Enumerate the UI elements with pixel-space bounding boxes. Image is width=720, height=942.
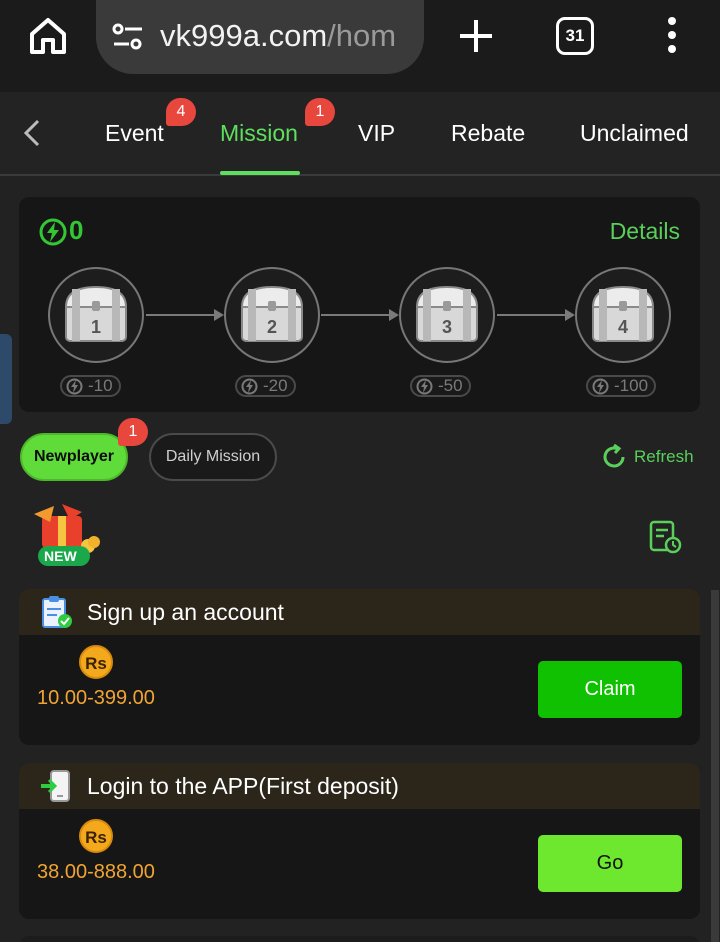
treasure-chest-4[interactable]: 4: [575, 267, 671, 363]
chest-number: 3: [441, 317, 452, 337]
refresh-label: Refresh: [634, 447, 694, 466]
newplayer-button[interactable]: Newplayer: [20, 433, 128, 481]
cost-value: -100: [614, 376, 649, 395]
cost-value: -20: [263, 376, 288, 395]
tab-rebate[interactable]: Rebate: [451, 118, 525, 148]
next-mission-card: [19, 936, 700, 942]
mission-history-icon[interactable]: [648, 520, 682, 554]
more-menu-icon[interactable]: [656, 14, 688, 58]
go-button[interactable]: Go: [538, 835, 682, 892]
treasure-chest-2[interactable]: 2: [224, 267, 320, 363]
progress-arrow: [497, 309, 575, 321]
reward-range: 38.00-888.00: [37, 861, 155, 883]
energy-bolt-icon: [66, 378, 83, 395]
newplayer-badge: 1: [118, 418, 148, 446]
back-arrow-icon[interactable]: [18, 118, 46, 148]
tab-vip[interactable]: VIP: [358, 118, 395, 148]
event-badge: 4: [166, 98, 196, 126]
site-settings-icon[interactable]: [112, 22, 144, 52]
active-tab-indicator: [220, 171, 300, 175]
home-icon[interactable]: [26, 14, 70, 58]
clipboard-icon: [39, 595, 73, 629]
reward-range: 10.00-399.00: [37, 687, 155, 709]
treasure-chest-1[interactable]: 1: [48, 267, 144, 363]
refresh-button[interactable]: Refresh: [600, 443, 694, 471]
url-text[interactable]: vk999a.com/hom: [160, 16, 410, 56]
tab-event[interactable]: Event: [105, 118, 164, 148]
rupee-coin-icon: Rs: [79, 819, 113, 853]
cost-value: -10: [88, 376, 113, 395]
new-tab-icon[interactable]: [456, 16, 496, 56]
url-path: /hom: [327, 18, 397, 53]
tab-mission[interactable]: Mission: [220, 118, 298, 148]
treasure-chest-3[interactable]: 3: [399, 267, 495, 363]
refresh-icon: [603, 443, 625, 468]
progress-arrow: [321, 309, 399, 321]
new-label: NEW: [44, 548, 77, 564]
energy-bolt-icon: [416, 378, 433, 395]
cost-value: -50: [438, 376, 463, 395]
new-gift-icon: NEW: [24, 502, 104, 570]
chest-number: 2: [266, 317, 277, 337]
tab-unclaimed[interactable]: Unclaimed: [580, 118, 689, 148]
app-login-icon: [39, 769, 73, 803]
details-link[interactable]: Details: [610, 217, 680, 245]
scrollbar[interactable]: [711, 590, 719, 942]
mission-badge: 1: [305, 98, 335, 126]
energy-bolt-icon: [241, 378, 258, 395]
browser-toolbar: vk999a.com/hom 31: [0, 0, 720, 92]
claim-button[interactable]: Claim: [538, 661, 682, 718]
chest-cost-3: -50: [410, 375, 471, 397]
url-host: vk999a.com: [160, 18, 328, 53]
mission-header: Login to the APP(First deposit): [19, 763, 700, 809]
chest-cost-2: -20: [235, 375, 296, 397]
chest-number: 1: [90, 317, 101, 337]
tab-navigation: Event 4 Mission 1 VIP Rebate Unclaimed: [0, 92, 720, 176]
address-bar[interactable]: vk999a.com/hom: [96, 0, 424, 74]
mission-card: Sign up an account Rs 10.00-399.00 Claim: [19, 589, 700, 745]
mission-card: Login to the APP(First deposit) Rs 38.00…: [19, 763, 700, 919]
energy-count: 0: [69, 215, 84, 245]
progress-arrow: [146, 309, 224, 321]
chest-cost-1: -10: [60, 375, 121, 397]
chest-cost-4: -100: [586, 375, 657, 397]
mission-title: Login to the APP(First deposit): [87, 773, 399, 799]
rupee-coin-icon: Rs: [79, 645, 113, 679]
mission-header: Sign up an account: [19, 589, 700, 635]
chest-number: 4: [617, 317, 628, 337]
energy-bolt-icon: [592, 378, 609, 395]
daily-mission-button[interactable]: Daily Mission: [149, 433, 277, 481]
side-drawer-handle[interactable]: [0, 334, 12, 424]
mission-title: Sign up an account: [87, 599, 284, 625]
tab-switcher-icon[interactable]: 31: [556, 17, 594, 55]
energy-chest-card: 0 Details 1 2 3 4 -10 -20 -50 -100: [19, 197, 700, 412]
energy-bolt-icon: [39, 218, 67, 246]
